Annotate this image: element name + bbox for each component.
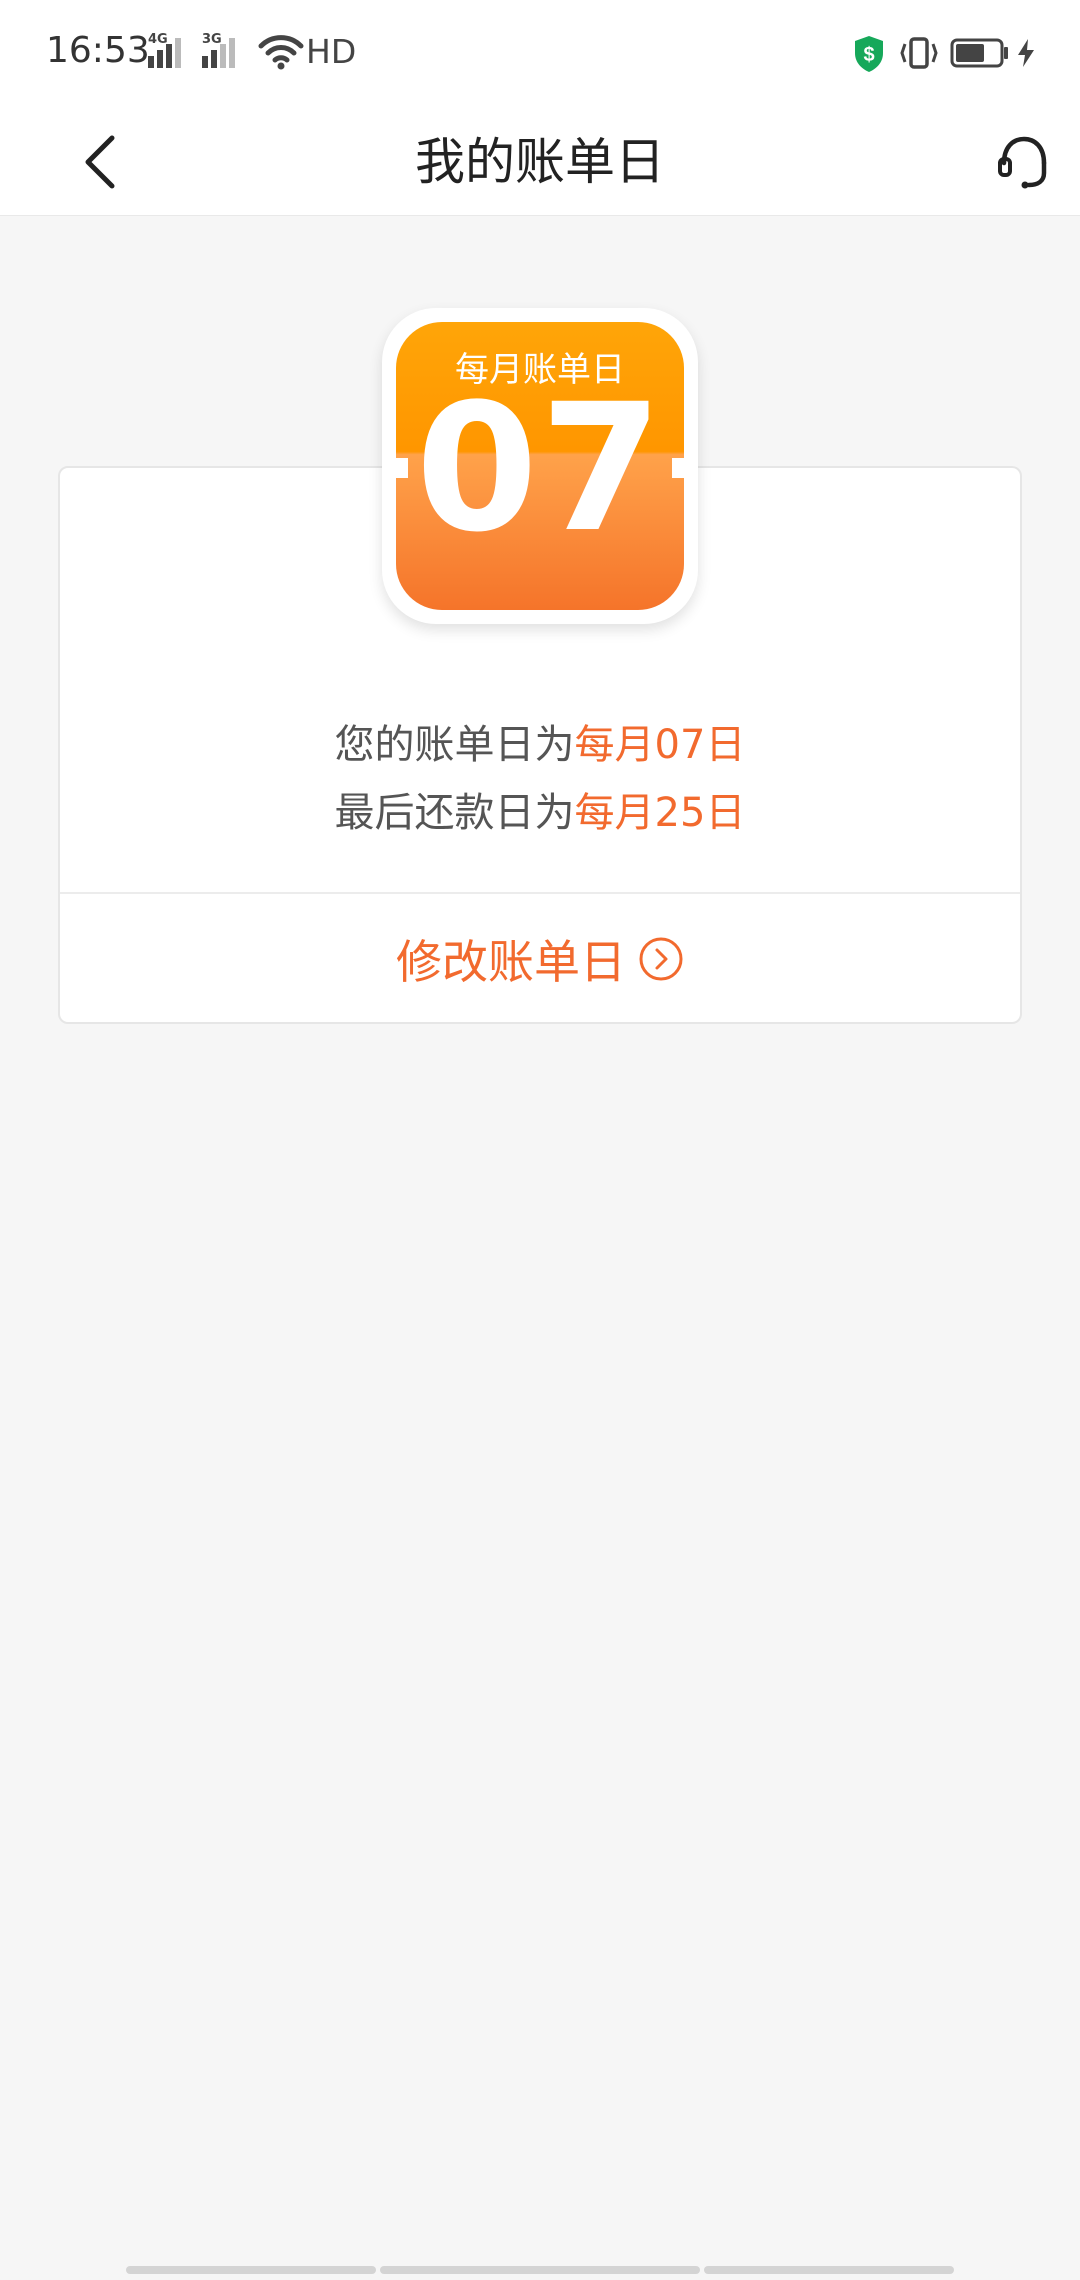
svg-text:$: $ [863,44,874,66]
signal-4g-icon: 4G [148,32,181,68]
vibrate-icon [900,37,938,69]
modify-bill-day-button[interactable]: 修改账单日 [60,894,1020,1024]
calendar-day: 07 [415,366,665,571]
signal-3g-tag: 3G [202,32,222,47]
bill-day-line: 您的账单日为每月07日 [60,712,1020,770]
calendar-notch-left [396,458,408,478]
due-day-line: 最后还款日为每月25日 [60,780,1020,838]
bill-day-prefix: 您的账单日为 [334,722,575,768]
security-shield-icon: $ [855,36,883,72]
calendar-notch-right [672,458,684,478]
gesture-bar-center[interactable] [380,2266,700,2274]
gesture-bar-right [704,2266,954,2274]
modify-bill-day-label: 修改账单日 [396,935,626,989]
customer-service-button[interactable] [984,124,1064,200]
due-day-prefix: 最后还款日为 [334,790,575,836]
chevron-right-circle-icon [639,937,683,981]
headset-icon [998,136,1047,189]
signal-4g-tag: 4G [148,32,168,47]
bill-day-value: 每月07日 [574,722,746,768]
calendar-badge: 每月账单日 07 [382,308,698,624]
hd-indicator: HD [306,32,357,71]
page-title: 我的账单日 [415,133,665,191]
battery-icon [950,38,1008,68]
status-bar: 16:53 4G 3G HD $ [0,0,1080,108]
charging-icon [1018,39,1034,67]
gesture-bar-left [126,2266,376,2274]
wifi-icon [258,35,304,70]
navigation-bar: 我的账单日 [0,108,1080,216]
due-day-value: 每月25日 [574,790,746,836]
calendar-face: 每月账单日 07 [396,322,684,610]
signal-3g-icon: 3G [202,32,235,68]
status-time: 16:53 [46,30,150,71]
